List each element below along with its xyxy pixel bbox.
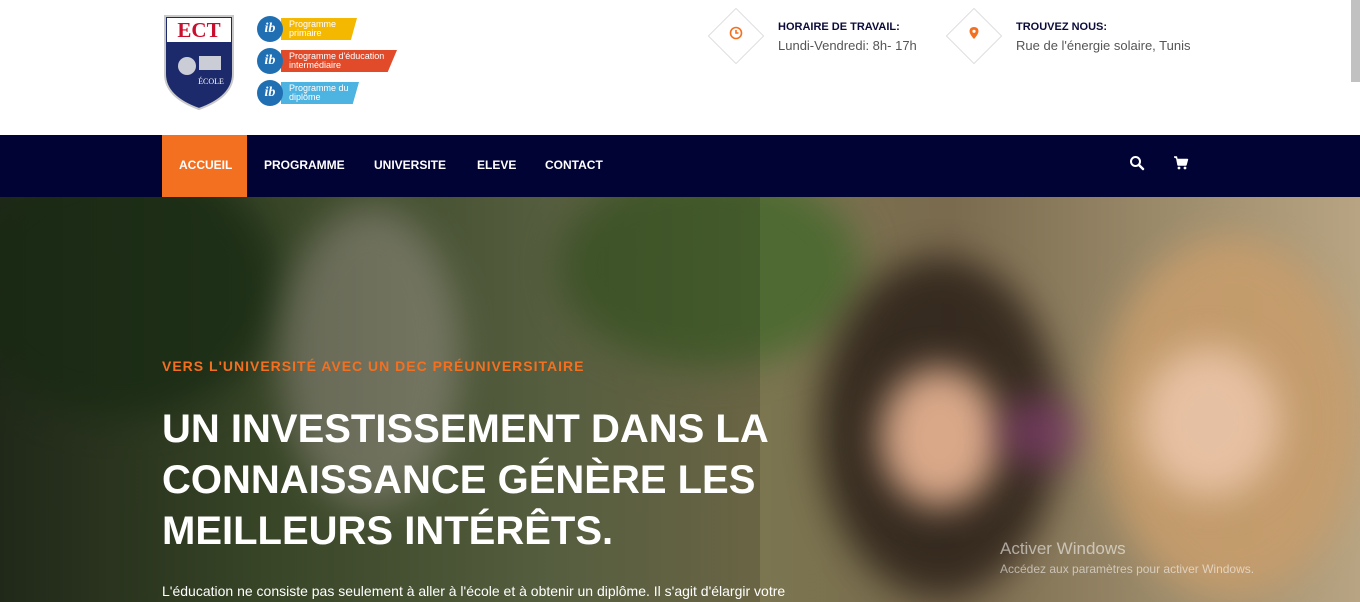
hero-title: UN INVESTISSEMENT DANS LA CONNAISSANCE G… xyxy=(162,407,768,553)
map-pin-icon xyxy=(964,26,984,46)
watermark-line2: Accédez aux paramètres pour activer Wind… xyxy=(1000,562,1255,576)
hero-text: L'éducation ne consiste pas seulement à … xyxy=(162,583,786,599)
location-value: Rue de l'énergie solaire, Tunis xyxy=(1016,38,1191,53)
hero-photo-flowers xyxy=(1000,397,1080,467)
watermark-line1: Activer Windows xyxy=(1000,539,1126,558)
main-navbar: ACCUEIL PROGRAMME UNIVERSITE ELEVE CONTA… xyxy=(0,135,1360,197)
hero-subtitle: VERS L'UNIVERSITÉ AVEC UN DEC PRÉUNIVERS… xyxy=(162,358,585,374)
hours-value: Lundi-Vendredi: 8h- 17h xyxy=(778,38,917,53)
windows-activation-watermark: Activer Windows Accédez aux paramètres p… xyxy=(1000,539,1254,576)
hours-label: HORAIRE DE TRAVAIL: xyxy=(778,21,900,33)
ib-programme-diplome[interactable]: Programme du diplôme ib xyxy=(257,78,407,108)
nav-item-eleve[interactable]: ELEVE xyxy=(460,135,533,197)
ib-logo-icon: ib xyxy=(257,80,283,106)
top-header: ECT ÉCOLE Programme primaire ib Programm… xyxy=(0,0,1360,135)
nav-item-universite[interactable]: UNIVERSITE xyxy=(357,135,463,197)
ib-programme-label: Programme du diplôme xyxy=(281,82,359,104)
school-crest-logo[interactable]: ECT ÉCOLE xyxy=(163,14,235,110)
location-label: TROUVEZ NOUS: xyxy=(1016,21,1108,33)
logo-subtext: ÉCOLE xyxy=(198,76,224,86)
ib-programme-primaire[interactable]: Programme primaire ib xyxy=(257,14,407,44)
logo-text: ECT xyxy=(177,18,220,42)
scrollbar-thumb[interactable] xyxy=(1351,0,1360,82)
ib-programmes: Programme primaire ib Programme d'éducat… xyxy=(257,14,407,110)
cart-icon[interactable] xyxy=(1171,155,1191,175)
nav-item-programme[interactable]: PROGRAMME xyxy=(247,135,362,197)
search-icon[interactable] xyxy=(1127,155,1147,175)
ib-programme-intermediaire[interactable]: Programme d'éducation intermédiaire ib xyxy=(257,46,407,76)
ib-programme-label: Programme d'éducation intermédiaire xyxy=(281,50,397,72)
ib-logo-icon: ib xyxy=(257,16,283,42)
hero-photo-face-right xyxy=(1140,347,1280,497)
nav-item-contact[interactable]: CONTACT xyxy=(528,135,620,197)
ib-logo-icon: ib xyxy=(257,48,283,74)
nav-item-accueil[interactable]: ACCUEIL xyxy=(162,135,247,197)
ib-programme-label: Programme primaire xyxy=(281,18,357,40)
hero-photo-face-left xyxy=(880,367,1000,507)
clock-icon xyxy=(726,26,746,46)
hero-banner: VERS L'UNIVERSITÉ AVEC UN DEC PRÉUNIVERS… xyxy=(0,197,1360,602)
